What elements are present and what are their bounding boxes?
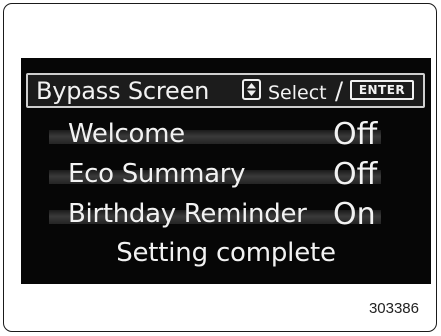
hint-separator: /: [335, 77, 344, 105]
menu-item-value: Off: [333, 117, 378, 152]
enter-key-icon: ENTER: [350, 80, 414, 100]
menu-item-label: Birthday Reminder: [68, 199, 307, 229]
menu-item-label: Welcome: [68, 119, 185, 149]
up-down-arrows-icon: [242, 79, 261, 100]
select-hint: Select: [268, 82, 327, 104]
menu-item-eco-summary[interactable]: Eco Summary Off: [21, 156, 431, 196]
menu-item-value: On: [333, 197, 376, 232]
menu-item-birthday-reminder[interactable]: Birthday Reminder On: [21, 196, 431, 236]
display-screen: Bypass Screen Select / ENTER Welcome Off…: [21, 58, 431, 284]
figure-number: 303386: [368, 300, 419, 317]
menu-item-label: Eco Summary: [68, 159, 246, 189]
screen-title: Bypass Screen: [36, 77, 210, 105]
header-bar: Bypass Screen Select / ENTER: [26, 73, 425, 108]
status-message: Setting complete: [116, 238, 336, 268]
menu-item-welcome[interactable]: Welcome Off: [21, 116, 431, 156]
figure-frame: Bypass Screen Select / ENTER Welcome Off…: [3, 3, 437, 332]
menu-item-value: Off: [333, 157, 378, 192]
